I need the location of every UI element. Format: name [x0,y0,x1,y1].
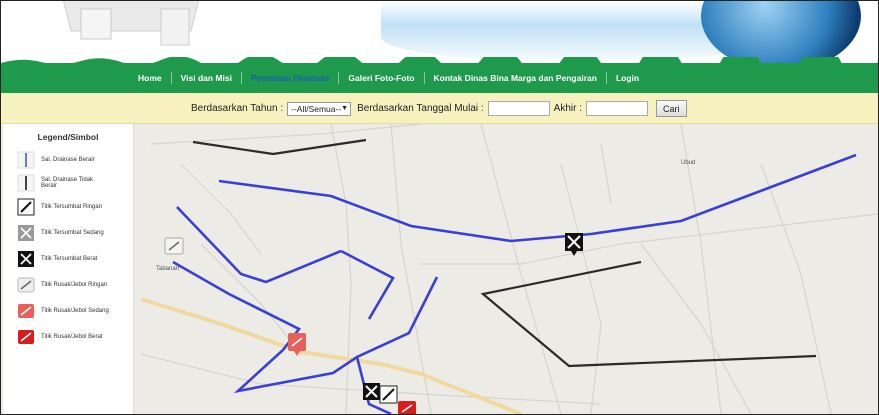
nav-kontak[interactable]: Kontak Dinas Bina Marga dan Pengairan [425,72,607,84]
map-legend: Legend/Simbol Sal. Drainase Berair Sal. … [3,124,134,414]
blockage-heavy-marker-2[interactable] [363,383,380,400]
legend-label-damage-medium: Titik Rusak/Jebol Sedang [41,308,109,314]
damage-heavy-marker[interactable] [398,401,416,414]
browser-frame: Home Visi dan Misi Pemetaan Drainase Gal… [0,0,879,415]
blockage-light-icon [17,198,35,216]
damage-light-icon [17,276,35,294]
legend-item-damage-medium: Titik Rusak/Jebol Sedang [17,302,109,320]
filter-bar: Berdasarkan Tahun : --All/Semua-- ▼ Berd… [1,93,878,124]
nav-pemetaan-drainase[interactable]: Pemetaan Drainase [242,72,340,84]
blue-line-icon [17,151,35,169]
start-date-input[interactable] [487,101,550,116]
blockage-light-marker[interactable] [379,385,398,404]
legend-label-blockage-heavy: Titik Tersumbat Berat [41,256,98,262]
legend-label-blockage-light: Titik Tersumbat Ringan [41,204,103,210]
end-date-label: Akhir : [553,103,583,114]
damage-heavy-icon [17,328,35,346]
legend-item-blockage-medium: Titik Tersumbat Sedang [17,224,104,242]
black-line-icon [17,174,35,192]
damage-medium-icon [17,302,35,320]
start-date-label: Berdasarkan Tanggal Mulai : [357,103,484,114]
year-label: Berdasarkan Tahun : [191,103,284,114]
legend-item-damage-heavy: Titik Rusak/Jebol Berat [17,328,102,346]
grass-border [1,57,878,67]
legend-item-blockage-heavy: Titik Tersumbat Berat [17,250,97,268]
nav-visi-misi[interactable]: Visi dan Misi [172,72,242,84]
dropdown-arrow-icon: ▼ [341,105,349,112]
legend-label-drain-water: Sal. Drainase Berair [41,157,95,163]
end-date-input[interactable] [586,101,649,116]
nav-menu: Home Visi dan Misi Pemetaan Drainase Gal… [129,72,648,84]
legend-label-damage-heavy: Titik Rusak/Jebol Berat [41,334,103,340]
year-select[interactable]: --All/Semua-- ▼ [287,101,352,116]
blockage-heavy-icon [17,250,35,268]
nav-home[interactable]: Home [129,72,172,84]
nav-login[interactable]: Login [607,72,648,84]
legend-title: Legend/Simbol [37,132,99,142]
filter-row: Berdasarkan Tahun : --All/Semua-- ▼ Berd… [191,100,687,117]
legend-item-drain-dry: Sal. Drainase Tidak Berair [17,174,107,192]
blockage-medium-icon [17,224,35,242]
legend-item-blockage-light: Titik Tersumbat Ringan [17,198,102,216]
year-select-value: --All/Semua-- [291,103,342,114]
legend-label-blockage-medium: Titik Tersumbat Sedang [41,230,104,236]
legend-item-damage-light: Titik Rusak/Jebol Ringan [17,276,107,294]
legend-label-drain-dry: Sal. Drainase Tidak Berair [41,177,94,189]
logo-image [62,1,200,46]
nav-galeri[interactable]: Galeri Foto-Foto [339,72,425,84]
search-button[interactable]: Cari [656,100,687,117]
map-label-tabanan: Tabanan [156,266,179,272]
damage-light-marker[interactable] [164,237,184,255]
legend-item-drain-water: Sal. Drainase Berair [17,151,95,169]
map-label-ubud: Ubud [681,160,695,166]
main-navbar: Home Visi dan Misi Pemetaan Drainase Gal… [1,57,878,93]
legend-label-damage-light: Titik Rusak/Jebol Ringan [41,282,108,288]
map-view[interactable]: Ubud Tabanan Legend/Simbol Sal. Drainase… [1,124,878,414]
